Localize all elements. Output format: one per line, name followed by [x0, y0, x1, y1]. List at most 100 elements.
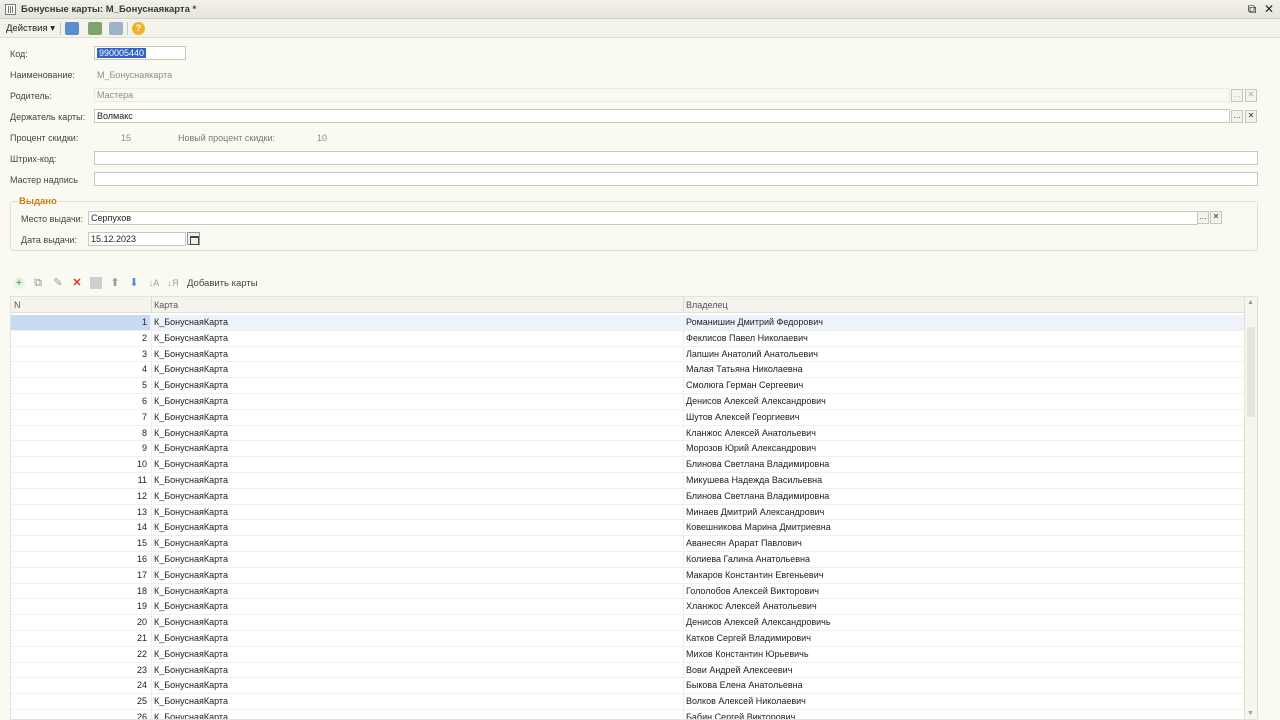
row-number[interactable]: 1: [11, 315, 150, 330]
copy-row-icon[interactable]: ⧉: [32, 277, 44, 289]
row-owner[interactable]: Романишин Дмитрий Федорович: [686, 315, 823, 330]
column-header-card[interactable]: Карта: [154, 300, 178, 310]
row-owner[interactable]: Минаев Дмитрий Александрович: [686, 505, 824, 520]
table-row[interactable]: 9 К_БонуснаяКарта Морозов Юрий Александров…: [11, 441, 1245, 458]
row-owner[interactable]: Шутов Алексей Георгиевич: [686, 410, 800, 425]
row-card[interactable]: К_БонуснаяКарта: [154, 473, 228, 488]
code-field[interactable]: 990005440: [94, 46, 186, 60]
column-header-n[interactable]: N: [14, 300, 21, 310]
row-owner[interactable]: Блинова Светлана Владимировна: [686, 457, 829, 472]
calendar-icon[interactable]: [187, 232, 200, 245]
parent-select-button[interactable]: …: [1231, 89, 1243, 102]
table-row[interactable]: 22 К_БонуснаяКарта Михов Константин Юрьеви…: [11, 647, 1245, 663]
add-cards-button[interactable]: Добавить карты: [187, 278, 258, 289]
table-row[interactable]: 8 К_БонуснаяКарта Кланжос Алексей Анатолье…: [11, 426, 1245, 442]
table-row[interactable]: 18 К_БонуснаяКарта Гололобов Алексей Викто…: [11, 584, 1245, 600]
row-owner[interactable]: Блинова Светлана Владимировна: [686, 489, 829, 504]
row-card[interactable]: К_БонуснаяКарта: [154, 394, 228, 409]
row-number[interactable]: 10: [11, 457, 150, 472]
table-row[interactable]: 17 К_БонуснаяКарта Макаров Константин Евге…: [11, 568, 1245, 584]
row-card[interactable]: К_БонуснаяКарта: [154, 568, 228, 583]
row-number[interactable]: 19: [11, 599, 150, 614]
save-close-icon[interactable]: [65, 22, 79, 35]
row-number[interactable]: 23: [11, 663, 150, 678]
column-header-owner[interactable]: Владелец: [686, 300, 728, 310]
row-number[interactable]: 4: [11, 362, 150, 377]
row-number[interactable]: 21: [11, 631, 150, 646]
row-number[interactable]: 8: [11, 426, 150, 441]
date-field[interactable]: 15.12.2023: [88, 232, 186, 246]
row-card[interactable]: К_БонуснаяКарта: [154, 552, 228, 567]
row-card[interactable]: К_БонуснаяКарта: [154, 489, 228, 504]
row-card[interactable]: К_БонуснаяКарта: [154, 426, 228, 441]
row-card[interactable]: К_БонуснаяКарта: [154, 584, 228, 599]
restore-window-icon[interactable]: ⧉: [1245, 2, 1259, 16]
row-card[interactable]: К_БонуснаяКарта: [154, 331, 228, 346]
table-row[interactable]: 1 К_БонуснаяКарта Романишин Дмитрий Федоро…: [11, 315, 1245, 331]
row-number[interactable]: 6: [11, 394, 150, 409]
row-card[interactable]: К_БонуснаяКарта: [154, 678, 228, 693]
delete-row-icon[interactable]: ✕: [71, 277, 83, 289]
row-owner[interactable]: Феклисов Павел Николаевич: [686, 331, 808, 346]
row-owner[interactable]: Вови Андрей Алексеевич: [686, 663, 792, 678]
edit-row-icon[interactable]: ✎: [52, 277, 64, 289]
barcode-field[interactable]: [94, 151, 1258, 165]
table-row[interactable]: 14 К_БонуснаяКарта Ковешникова Марина Дмит…: [11, 520, 1245, 537]
row-owner[interactable]: Михов Константин Юрьевичь: [686, 647, 809, 662]
table-row[interactable]: 3 К_БонуснаяКарта Лапшин Анатолий Анатолье…: [11, 347, 1245, 363]
row-owner[interactable]: Микушева Надежда Васильевна: [686, 473, 822, 488]
close-window-icon[interactable]: ✕: [1262, 2, 1276, 16]
table-row[interactable]: 11 К_БонуснаяКарта Микушева Надежда Василь…: [11, 473, 1245, 489]
row-number[interactable]: 7: [11, 410, 150, 425]
row-number[interactable]: 9: [11, 441, 150, 456]
parent-field[interactable]: Мастера: [94, 88, 1230, 102]
place-clear-icon[interactable]: ✕: [1210, 211, 1222, 224]
row-card[interactable]: К_БонуснаяКарта: [154, 441, 228, 456]
row-owner[interactable]: Денисов Алексей Александрович: [686, 394, 826, 409]
table-row[interactable]: 6 К_БонуснаяКарта Денисов Алексей Александ…: [11, 394, 1245, 410]
row-owner[interactable]: Кланжос Алексей Анатольевич: [686, 426, 816, 441]
table-row[interactable]: 26 К_БонуснаяКарта Бабин Сергей Викторович: [11, 710, 1245, 719]
place-select-button[interactable]: …: [1197, 211, 1209, 224]
table-row[interactable]: 15 К_БонуснаяКарта Аванесян Арарат Павлови…: [11, 536, 1245, 552]
place-field[interactable]: Серпухов: [88, 211, 1198, 225]
row-card[interactable]: К_БонуснаяКарта: [154, 378, 228, 393]
row-card[interactable]: К_БонуснаяКарта: [154, 505, 228, 520]
end-edit-icon[interactable]: [90, 277, 102, 289]
add-row-icon[interactable]: +: [13, 277, 25, 289]
write-icon[interactable]: [88, 22, 102, 35]
row-number[interactable]: 2: [11, 331, 150, 346]
table-row[interactable]: 4 К_БонуснаяКарта Малая Татьяна Николаевна: [11, 362, 1245, 379]
row-card[interactable]: К_БонуснаяКарта: [154, 315, 228, 330]
row-owner[interactable]: Аванесян Арарат Павлович: [686, 536, 802, 551]
row-card[interactable]: К_БонуснаяКарта: [154, 710, 228, 719]
row-owner[interactable]: Колиева Галина Анатольевна: [686, 552, 810, 567]
row-card[interactable]: К_БонуснаяКарта: [154, 631, 228, 646]
table-row[interactable]: 13 К_БонуснаяКарта Минаев Дмитрий Александ…: [11, 505, 1245, 521]
holder-select-button[interactable]: …: [1231, 110, 1243, 123]
row-number[interactable]: 20: [11, 615, 150, 630]
row-owner[interactable]: Волков Алексей Николаевич: [686, 694, 806, 709]
row-card[interactable]: К_БонуснаяКарта: [154, 647, 228, 662]
row-number[interactable]: 15: [11, 536, 150, 551]
row-owner[interactable]: Денисов Алексей Александровичь: [686, 615, 831, 630]
table-row[interactable]: 24 К_БонуснаяКарта Быкова Елена Анатольевн…: [11, 678, 1245, 695]
row-owner[interactable]: Смолюга Герман Сергеевич: [686, 378, 803, 393]
sort-asc-icon[interactable]: ↓A: [148, 277, 160, 289]
row-number[interactable]: 16: [11, 552, 150, 567]
table-row[interactable]: 12 К_БонуснаяКарта Блинова Светлана Владим…: [11, 489, 1245, 505]
row-owner[interactable]: Макаров Константин Евгеньевич: [686, 568, 823, 583]
table-row[interactable]: 19 К_БонуснаяКарта Хланжос Алексей Анатоль…: [11, 599, 1245, 616]
row-card[interactable]: К_БонуснаяКарта: [154, 694, 228, 709]
table-row[interactable]: 5 К_БонуснаяКарта Смолюга Герман Сергеевич: [11, 378, 1245, 394]
vertical-scrollbar[interactable]: ▲ ▼: [1244, 297, 1257, 719]
holder-field[interactable]: Волмакс: [94, 109, 1230, 123]
row-number[interactable]: 22: [11, 647, 150, 662]
table-row[interactable]: 2 К_БонуснаяКарта Феклисов Павел Николаеви…: [11, 331, 1245, 347]
parent-clear-icon[interactable]: ✕: [1245, 89, 1257, 102]
scroll-down-icon[interactable]: ▼: [1247, 710, 1254, 717]
row-owner[interactable]: Малая Татьяна Николаевна: [686, 362, 803, 377]
holder-clear-icon[interactable]: ✕: [1245, 110, 1257, 123]
table-row[interactable]: 10 К_БонуснаяКарта Блинова Светлана Владим…: [11, 457, 1245, 473]
row-card[interactable]: К_БонуснаяКарта: [154, 615, 228, 630]
